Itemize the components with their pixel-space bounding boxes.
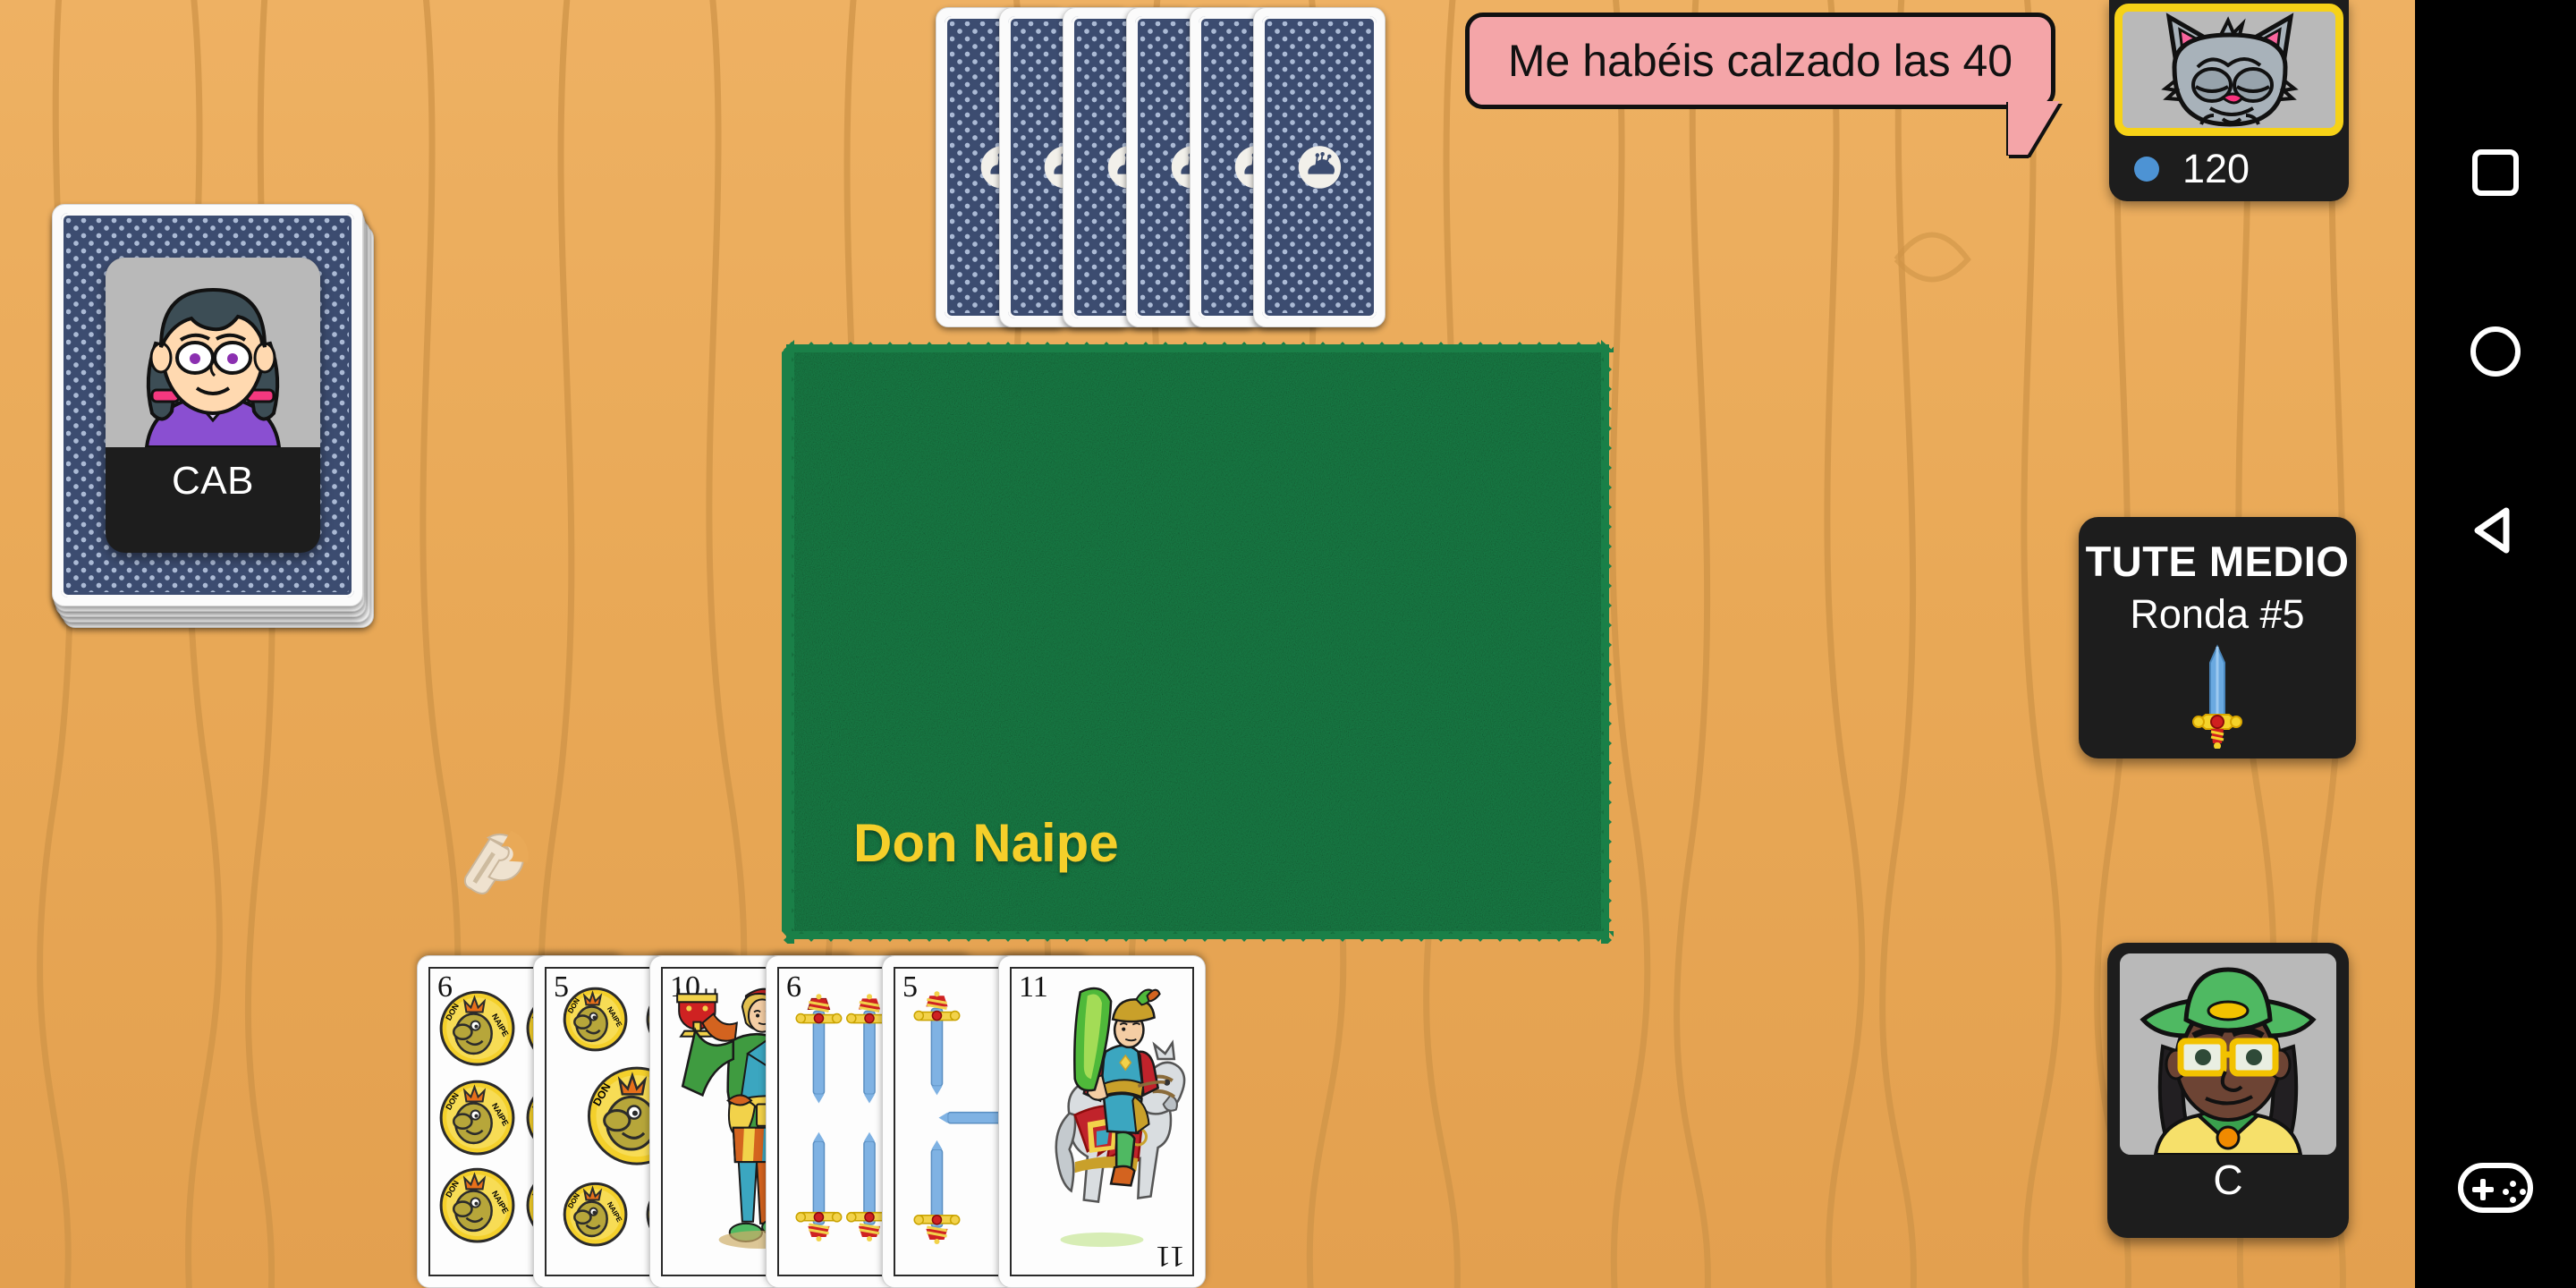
sword-espadas-icon bbox=[2192, 644, 2242, 749]
wrench-icon[interactable] bbox=[447, 821, 547, 903]
gamepad-icon[interactable] bbox=[2458, 1163, 2533, 1213]
triangle-back-icon[interactable] bbox=[2463, 498, 2528, 563]
recents-button[interactable] bbox=[2453, 130, 2538, 216]
hand-card[interactable]: 11 11 bbox=[998, 955, 1206, 1288]
caballo-bastos-art bbox=[1055, 987, 1186, 1248]
circle-home-icon[interactable] bbox=[2470, 326, 2521, 377]
opponent-left-zone[interactable]: CAB bbox=[52, 204, 376, 635]
gray-cat-avatar bbox=[2123, 12, 2335, 128]
avatar bbox=[2120, 953, 2336, 1155]
speech-bubble-tail bbox=[2008, 101, 2060, 155]
player-card-me[interactable]: C bbox=[2107, 943, 2349, 1238]
game-tools-button[interactable] bbox=[2453, 1145, 2538, 1231]
system-navigation-bar bbox=[2415, 0, 2576, 1288]
square-recents-icon[interactable] bbox=[2472, 149, 2519, 196]
table-brand-label: Don Naipe bbox=[853, 813, 1119, 873]
cat-avatar-frame bbox=[2114, 4, 2343, 136]
speech-bubble-text: Me habéis calzado las 40 bbox=[1507, 36, 2013, 86]
green-hat-glasses-avatar bbox=[2120, 953, 2336, 1155]
back-button[interactable] bbox=[2453, 487, 2538, 573]
game-mode-title: TUTE MEDIO bbox=[2085, 538, 2350, 585]
settings-button[interactable] bbox=[447, 821, 547, 903]
game-table-felt: Don Naipe bbox=[782, 340, 1614, 944]
app-root: Don Naipe Me habéis calzado las 40 CAB 1… bbox=[0, 0, 2576, 1288]
opponent-cat-panel[interactable]: 120 bbox=[2109, 0, 2349, 201]
player-name-cab: CAB bbox=[172, 459, 254, 503]
home-button[interactable] bbox=[2453, 309, 2538, 394]
cat-score-value: 120 bbox=[2182, 146, 2250, 191]
player-name-me: C bbox=[2213, 1157, 2243, 1203]
girl-braids-avatar bbox=[106, 258, 320, 447]
round-number: Ronda #5 bbox=[2130, 591, 2305, 637]
score-indicator-dot bbox=[2134, 157, 2159, 182]
avatar bbox=[106, 258, 320, 447]
round-info-panel: TUTE MEDIO Ronda #5 bbox=[2079, 517, 2356, 758]
speech-bubble: Me habéis calzado las 40 bbox=[1465, 13, 2060, 155]
player-card-cab[interactable]: CAB bbox=[106, 258, 320, 553]
cat-score-row: 120 bbox=[2109, 137, 2349, 201]
opponent-card-back bbox=[1253, 7, 1385, 327]
